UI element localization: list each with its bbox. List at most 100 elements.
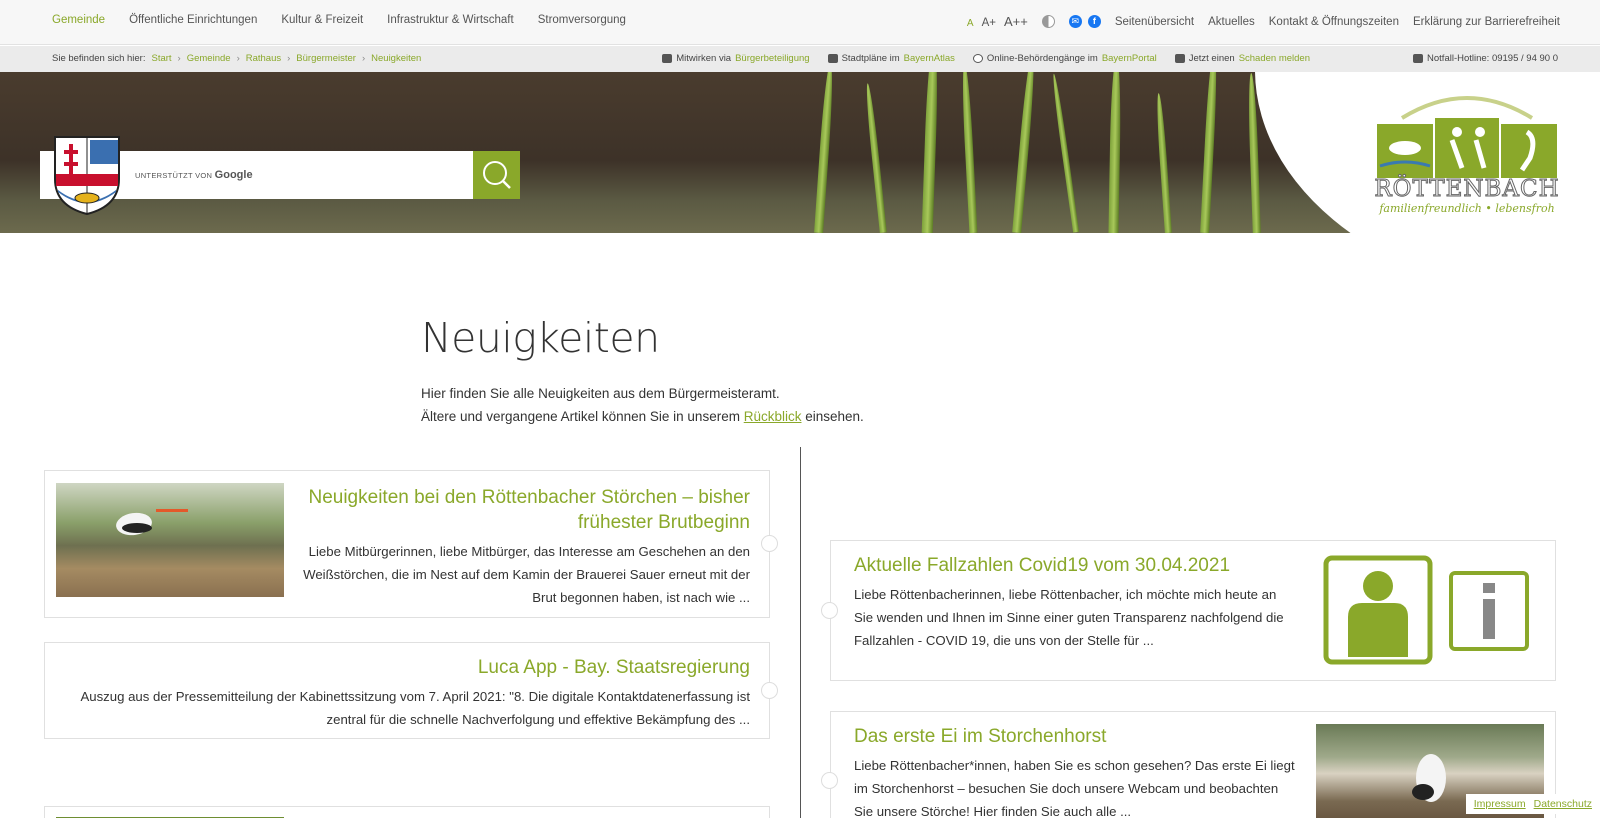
page-intro: Hier finden Sie alle Neuigkeiten aus dem… xyxy=(421,382,864,428)
news-excerpt: Auszug aus der Pressemitteilung der Kabi… xyxy=(80,689,750,727)
service-schaden-melden[interactable]: Jetzt einen Schaden melden xyxy=(1174,53,1310,64)
reed-image xyxy=(921,72,940,233)
chevron-right-icon: › xyxy=(236,53,240,64)
intro-line-1: Hier finden Sie alle Neuigkeiten aus dem… xyxy=(421,386,780,401)
intro-text: Ältere und vergangene Artikel können Sie… xyxy=(421,409,740,424)
datenschutz-link[interactable]: Datenschutz xyxy=(1534,798,1592,810)
font-size-controls: A A+ A++ xyxy=(967,14,1028,29)
utility-bar: A A+ A++ ✉ f Seitenübersicht Aktuelles K… xyxy=(967,14,1560,29)
contrast-icon[interactable] xyxy=(1041,15,1055,28)
hotline-text: Notfall-Hotline: 09195 / 94 90 0 xyxy=(1427,53,1558,64)
footer-links: Impressum Datenschutz xyxy=(1465,794,1600,814)
logo-wordmark: RÖTTENBACH xyxy=(1374,176,1560,203)
timeline-dot xyxy=(761,535,778,552)
intro-line-2: Ältere und vergangene Artikel können Sie… xyxy=(421,405,864,428)
font-size-larger-button[interactable]: A+ xyxy=(982,17,996,29)
breadcrumb-buergermeister[interactable]: Bürgermeister xyxy=(296,53,356,64)
chevron-right-icon: › xyxy=(287,53,291,64)
stork-beak xyxy=(156,509,188,512)
speech-bubble-icon xyxy=(662,54,673,63)
stork-nest-image xyxy=(56,483,284,597)
news-card[interactable]: Luca App - Bay. Staatsregierung Auszug a… xyxy=(44,642,770,739)
person-info-icon xyxy=(1323,555,1529,665)
link-kontakt[interactable]: Kontakt & Öffnungszeiten xyxy=(1269,16,1399,28)
service-link[interactable]: BayernPortal xyxy=(1102,53,1157,64)
news-title[interactable]: Das erste Ei im Storchenhorst xyxy=(854,724,1299,749)
coat-of-arms-icon xyxy=(54,136,120,216)
impressum-link[interactable]: Impressum xyxy=(1474,798,1526,810)
reed-image xyxy=(1200,72,1219,233)
breadcrumb: Sie befinden sich hier: Start › Gemeinde… xyxy=(52,53,421,64)
news-excerpt: Liebe Mitbürgerinnen, liebe Mitbürger, d… xyxy=(303,544,750,605)
stork-wing xyxy=(1412,784,1434,800)
service-label: Online-Behördengänge im xyxy=(986,53,1098,64)
service-label: Jetzt einen xyxy=(1188,53,1235,64)
stork-wing xyxy=(122,523,152,533)
messenger-icon[interactable]: ✉ xyxy=(1068,15,1082,28)
menu-item-infrastruktur[interactable]: Infrastruktur & Wirtschaft xyxy=(387,14,514,26)
alarm-icon xyxy=(1174,54,1185,63)
news-card[interactable]: Neuigkeiten bei den Röttenbacher Störche… xyxy=(44,470,770,618)
link-sitemap[interactable]: Seitenübersicht xyxy=(1115,16,1194,28)
reed-image xyxy=(1108,72,1122,233)
breadcrumb-bar: Sie befinden sich hier: Start › Gemeinde… xyxy=(0,46,1600,72)
service-bayernatlas[interactable]: Stadtpläne im BayernAtlas xyxy=(827,53,955,64)
service-links: Mitwirken via Bürgerbeteiligung Stadtplä… xyxy=(662,53,1310,64)
reed-image xyxy=(960,72,978,233)
breadcrumb-rathaus[interactable]: Rathaus xyxy=(246,53,281,64)
reed-image xyxy=(864,83,887,233)
reed-image xyxy=(1155,92,1172,233)
news-card[interactable] xyxy=(44,806,770,818)
timeline-dot xyxy=(761,682,778,699)
emergency-hotline[interactable]: Notfall-Hotline: 09195 / 94 90 0 xyxy=(1413,53,1558,64)
breadcrumb-start[interactable]: Start xyxy=(151,53,171,64)
reed-image xyxy=(1050,73,1080,233)
reed-image xyxy=(1012,72,1037,233)
service-label: Mitwirken via xyxy=(676,53,732,64)
news-excerpt: Liebe Röttenbacher*innen, haben Sie es s… xyxy=(854,758,1295,818)
breadcrumb-gemeinde[interactable]: Gemeinde xyxy=(187,53,231,64)
menu-item-kultur[interactable]: Kultur & Freizeit xyxy=(281,14,363,26)
news-content: Neuigkeiten bei den Röttenbacher Störche… xyxy=(300,485,750,609)
news-excerpt: Liebe Röttenbacherinnen, liebe Röttenbac… xyxy=(854,587,1284,648)
roettenbach-logo: RÖTTENBACH familienfreundlich • lebensfr… xyxy=(1372,88,1562,220)
menu-item-einrichtungen[interactable]: Öffentliche Einrichtungen xyxy=(129,14,257,26)
news-title[interactable]: Neuigkeiten bei den Röttenbacher Störche… xyxy=(300,485,750,535)
breadcrumb-neuigkeiten[interactable]: Neuigkeiten xyxy=(371,53,421,64)
news-card[interactable]: Das erste Ei im Storchenhorst Liebe Rött… xyxy=(830,711,1556,818)
search-icon xyxy=(483,161,511,189)
timeline-dot xyxy=(821,772,838,789)
service-buergerbeteiligung[interactable]: Mitwirken via Bürgerbeteiligung xyxy=(662,53,810,64)
news-title[interactable]: Luca App - Bay. Staatsregierung xyxy=(65,655,750,680)
share-icon xyxy=(972,54,983,63)
font-size-normal-button[interactable]: A xyxy=(967,18,974,29)
facebook-icon[interactable]: f xyxy=(1087,15,1101,28)
news-content: Aktuelle Fallzahlen Covid19 vom 30.04.20… xyxy=(854,553,1294,652)
service-link[interactable]: Schaden melden xyxy=(1239,53,1310,64)
news-title[interactable]: Aktuelle Fallzahlen Covid19 vom 30.04.20… xyxy=(854,553,1294,578)
menu-item-gemeinde[interactable]: Gemeinde xyxy=(52,14,105,26)
service-bayernportal[interactable]: Online-Behördengänge im BayernPortal xyxy=(972,53,1157,64)
google-brand: Google xyxy=(214,169,253,181)
menu-item-stromversorgung[interactable]: Stromversorgung xyxy=(538,14,626,26)
service-label: Stadtpläne im xyxy=(841,53,900,64)
map-icon xyxy=(827,54,838,63)
font-size-largest-button[interactable]: A++ xyxy=(1004,14,1028,29)
chevron-right-icon: › xyxy=(361,53,366,64)
intro-text: einsehen. xyxy=(805,409,864,424)
phone-icon xyxy=(1413,54,1424,63)
timeline-line xyxy=(800,447,801,818)
logo-tagline: familienfreundlich • lebensfroh xyxy=(1379,202,1555,215)
chevron-right-icon: › xyxy=(177,53,181,64)
main-menu: Gemeinde Öffentliche Einrichtungen Kultu… xyxy=(52,14,626,26)
rueckblick-link[interactable]: Rückblick xyxy=(744,409,802,424)
link-barrierefreiheit[interactable]: Erklärung zur Barrierefreiheit xyxy=(1413,16,1560,28)
link-aktuelles[interactable]: Aktuelles xyxy=(1208,16,1255,28)
service-link[interactable]: BayernAtlas xyxy=(904,53,955,64)
news-content: Das erste Ei im Storchenhorst Liebe Rött… xyxy=(854,724,1299,818)
news-card[interactable]: Aktuelle Fallzahlen Covid19 vom 30.04.20… xyxy=(830,540,1556,681)
service-link[interactable]: Bürgerbeteiligung xyxy=(735,53,809,64)
page-title: Neuigkeiten xyxy=(421,314,660,362)
search-powered-by: UNTERSTÜTZT VON Google xyxy=(135,169,253,181)
search-button[interactable] xyxy=(473,151,520,199)
